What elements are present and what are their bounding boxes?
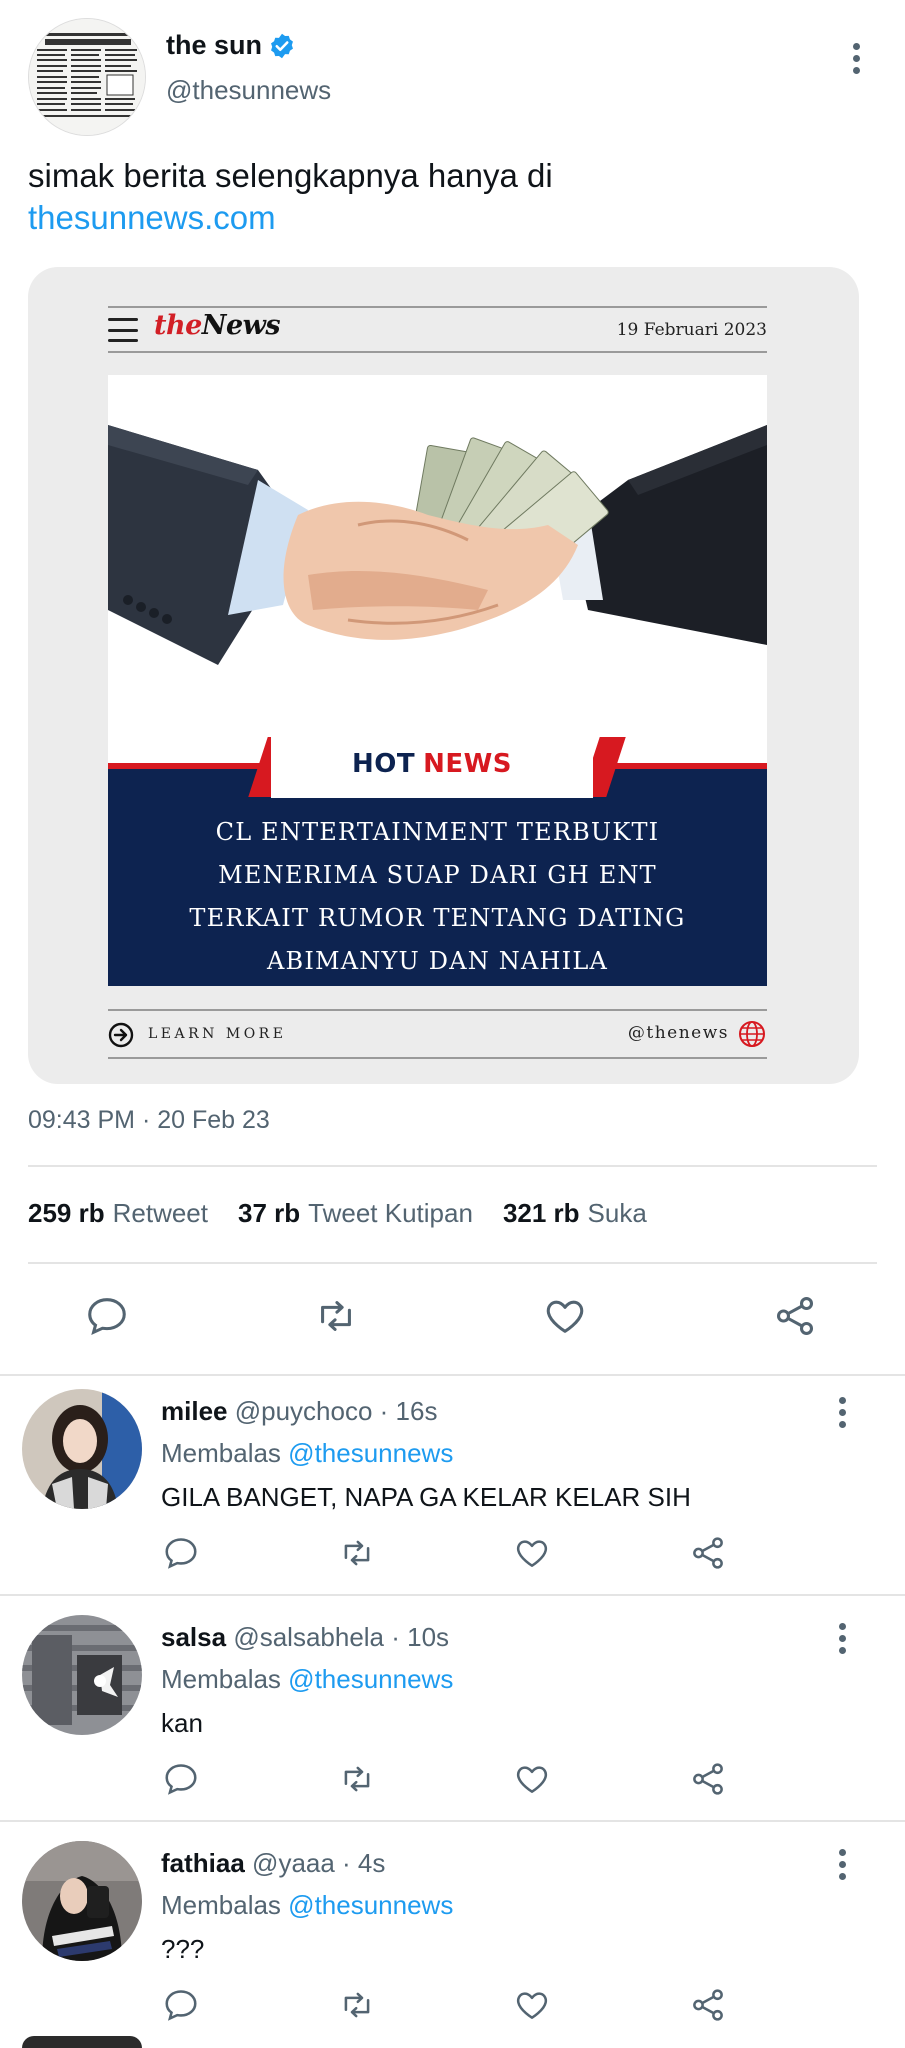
more-vertical-icon[interactable] (841, 36, 871, 80)
reply-item[interactable]: milee @puychoco · 16s Membalas @thesunne… (0, 1376, 905, 1601)
retweet-stat[interactable]: 259 rb Retweet (28, 1198, 208, 1229)
reply-text: ??? (161, 1934, 205, 1964)
card-footer: LEARN MORE @thenews (108, 1009, 767, 1059)
retweet-icon[interactable] (338, 1760, 376, 1798)
reply-author-meta[interactable]: @salsabhela · 10s (233, 1622, 449, 1652)
reply-item[interactable]: salsa @salsabhela · 10s Membalas @thesun… (0, 1602, 905, 1827)
news-card-image[interactable]: theNews 19 Februari 2023 HOT NEWS CL ENT… (28, 267, 859, 1084)
reply-header: salsa @salsabhela · 10s (161, 1622, 449, 1653)
reply-icon[interactable] (84, 1293, 130, 1339)
handshake-money-photo (108, 375, 767, 765)
hamburger-icon (108, 318, 138, 342)
retweet-icon[interactable] (338, 1986, 376, 2024)
headline-line: ABIMANYU DAN NAHILA (266, 947, 609, 975)
author-name[interactable]: the sun (166, 30, 262, 61)
divider (28, 1165, 877, 1167)
next-reply-avatar (22, 2036, 142, 2048)
retweet-icon[interactable] (338, 1534, 376, 1572)
reply-icon[interactable] (162, 1760, 200, 1798)
news-logo: theNews (154, 310, 281, 341)
share-icon[interactable] (772, 1293, 818, 1339)
learn-more-label: LEARN MORE (148, 1026, 287, 1042)
reply-author-meta[interactable]: @puychoco · 16s (235, 1396, 438, 1426)
tweet-body: simak berita selengkapnya hanya di (28, 157, 553, 194)
reply-header: milee @puychoco · 16s (161, 1396, 437, 1427)
card-date: 19 Februari 2023 (616, 320, 767, 340)
globe-icon (737, 1019, 767, 1054)
more-vertical-icon[interactable] (827, 1616, 857, 1660)
retweet-icon[interactable] (313, 1293, 359, 1339)
reply-author-name[interactable]: salsa (161, 1622, 226, 1652)
tweet-text: simak berita selengkapnya hanya di thesu… (28, 155, 868, 239)
card-graphic: HOT NEWS CL ENTERTAINMENT TERBUKTI MENERI… (108, 375, 767, 986)
reply-text: GILA BANGET, NAPA GA KELAR KELAR SIH (161, 1482, 691, 1512)
divider (0, 1820, 905, 1822)
card-headline: CL ENTERTAINMENT TERBUKTI MENERIMA SUAP … (108, 811, 767, 983)
tweet-actions (0, 1283, 905, 1353)
tweet-link[interactable]: thesunnews.com (28, 197, 868, 239)
avatar[interactable] (22, 1615, 142, 1735)
reply-actions (0, 1760, 905, 1810)
arrow-circle-icon (108, 1022, 134, 1053)
reply-icon[interactable] (162, 1986, 200, 2024)
reply-item[interactable]: fathiaa @yaaa · 4s Membalas @thesunnews … (0, 1828, 905, 2048)
card-handle: @thenews (627, 1023, 729, 1043)
mention-link[interactable]: @thesunnews (288, 1438, 453, 1468)
author-handle[interactable]: @thesunnews (166, 75, 331, 106)
mention-link[interactable]: @thesunnews (288, 1890, 453, 1920)
more-vertical-icon[interactable] (827, 1390, 857, 1434)
reply-author-meta[interactable]: @yaaa · 4s (252, 1848, 385, 1878)
more-vertical-icon[interactable] (827, 1842, 857, 1886)
avatar[interactable] (22, 1389, 142, 1509)
like-stat[interactable]: 321 rb Suka (503, 1198, 647, 1229)
heart-icon[interactable] (542, 1293, 588, 1339)
replying-to: Membalas @thesunnews (161, 1890, 454, 1920)
headline-line: MENERIMA SUAP DARI GH ENT (218, 861, 657, 889)
author-avatar[interactable] (28, 18, 146, 136)
replying-to: Membalas @thesunnews (161, 1438, 454, 1468)
tweet-stats: 259 rb Retweet 37 rb Tweet Kutipan 321 rb S… (28, 1198, 677, 1229)
mention-link[interactable]: @thesunnews (288, 1664, 453, 1694)
share-icon[interactable] (689, 1986, 727, 2024)
avatar[interactable] (22, 1841, 142, 1961)
heart-icon[interactable] (513, 1986, 551, 2024)
tweet-timestamp[interactable]: 09:43 PM · 20 Feb 23 (28, 1106, 270, 1135)
reply-text: kan (161, 1708, 203, 1738)
reply-icon[interactable] (162, 1534, 200, 1572)
verified-badge-icon (268, 32, 296, 60)
divider (0, 1594, 905, 1596)
share-icon[interactable] (689, 1760, 727, 1798)
headline-line: TERKAIT RUMOR TENTANG DATING (189, 904, 686, 932)
hot-news-label: HOT NEWS (271, 730, 593, 798)
reply-author-name[interactable]: milee (161, 1396, 228, 1426)
reply-header: fathiaa @yaaa · 4s (161, 1848, 385, 1879)
reply-author-name[interactable]: fathiaa (161, 1848, 245, 1878)
share-icon[interactable] (689, 1534, 727, 1572)
replying-to: Membalas @thesunnews (161, 1664, 454, 1694)
heart-icon[interactable] (513, 1760, 551, 1798)
reply-actions (0, 1986, 905, 2036)
quote-stat[interactable]: 37 rb Tweet Kutipan (238, 1198, 473, 1229)
heart-icon[interactable] (513, 1534, 551, 1572)
reply-actions (0, 1534, 905, 1584)
card-header: theNews 19 Februari 2023 (108, 306, 767, 353)
divider (28, 1262, 877, 1264)
headline-line: CL ENTERTAINMENT TERBUKTI (215, 818, 660, 846)
